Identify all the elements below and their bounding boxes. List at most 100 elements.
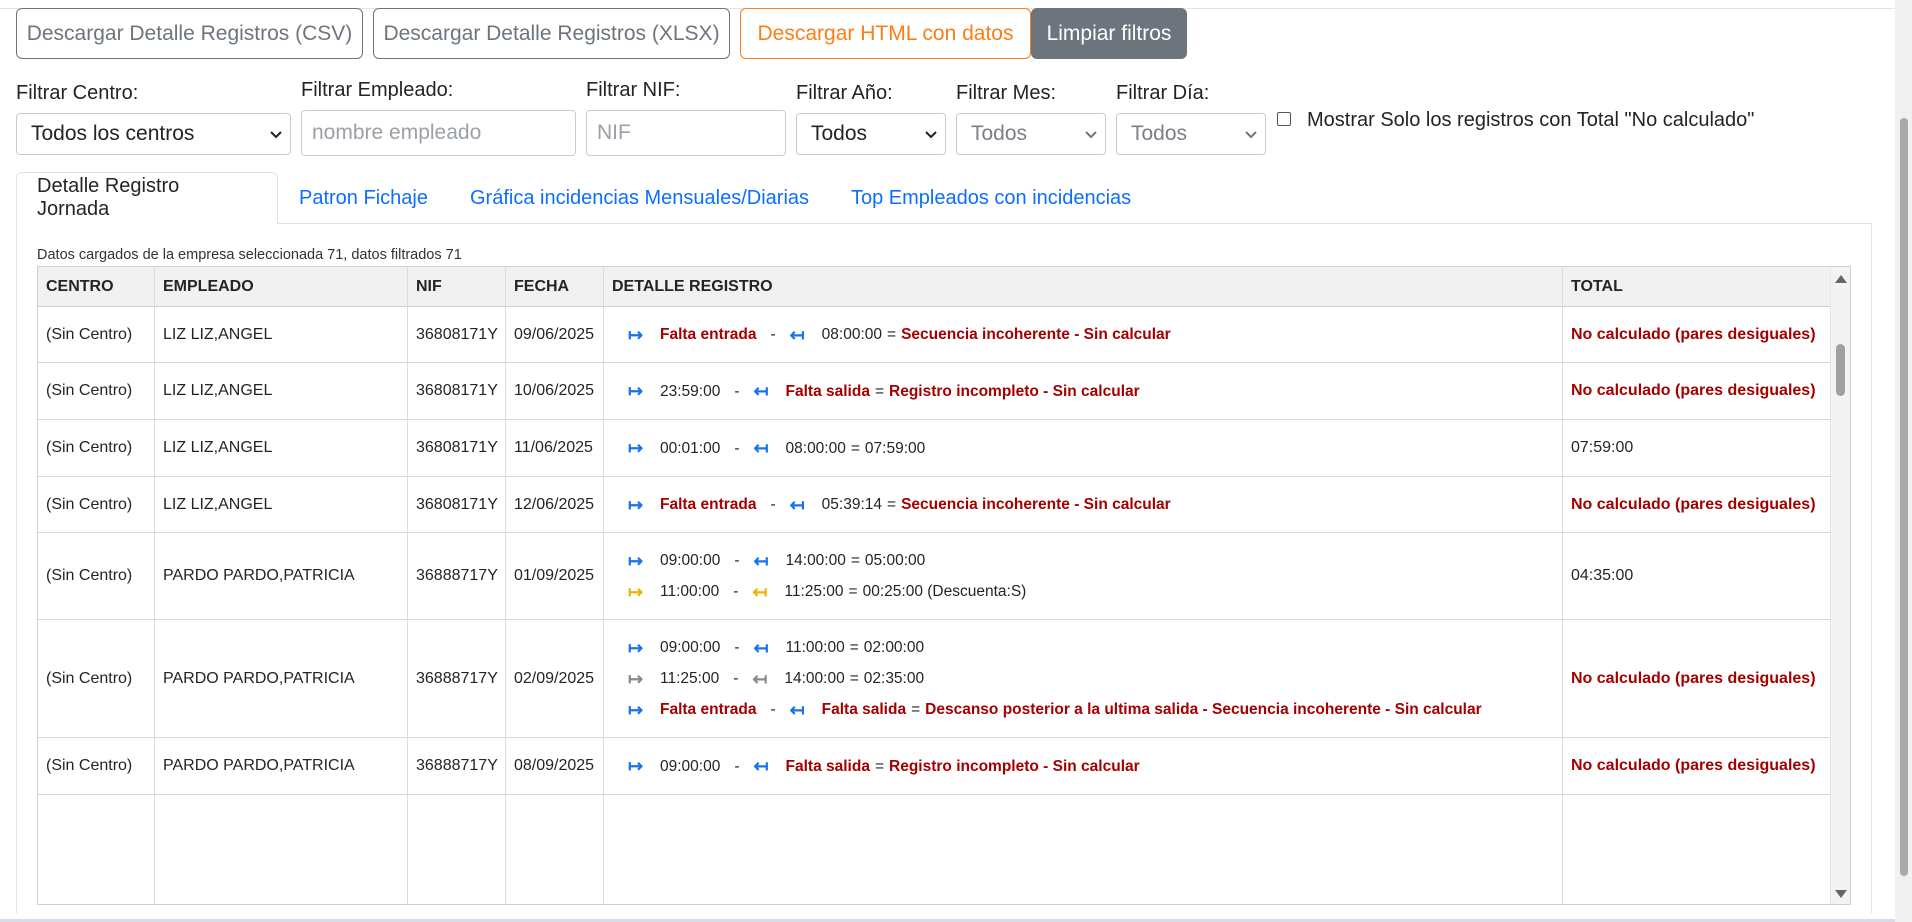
download-csv-button[interactable]: Descargar Detalle Registros (CSV) [16, 8, 363, 59]
equals-sign: = [849, 639, 859, 656]
table-row[interactable]: (Sin Centro) PARDO PARDO,PATRICIA 36888717… [38, 620, 1832, 738]
filter-nif-placeholder: NIF [597, 121, 631, 144]
entrada-arrow-icon: ↦ [628, 438, 644, 458]
filter-centro-select[interactable]: Todos los centros [16, 113, 291, 155]
entrada-value: 09:00:00 [660, 639, 721, 656]
separator-dash: - [770, 326, 776, 343]
column-header-detalle[interactable]: DETALLE REGISTRO [604, 267, 773, 307]
filter-nif-label: Filtrar NIF: [586, 79, 681, 101]
filter-anio-label: Filtrar Año: [796, 82, 893, 104]
cell-fecha: 11/06/2025 [514, 439, 593, 456]
detalle-line: ↦ 09:00:00- ↤ Falta salida = Registro incompl… [598, 756, 1140, 778]
salida-value: 14:00:00 [784, 670, 845, 687]
column-header-total[interactable]: TOTAL [1563, 267, 1623, 307]
table-scrollbar-thumb[interactable] [1836, 344, 1845, 396]
entrada-value: Falta entrada [660, 326, 757, 343]
table-scrollbar[interactable] [1830, 267, 1850, 904]
table-row[interactable]: (Sin Centro) LIZ LIZ,ANGEL 36808171Y 10/06/… [38, 363, 1832, 420]
column-header-centro[interactable]: CENTRO [38, 267, 114, 307]
cell-nif: 36808171Y [416, 325, 498, 343]
filter-dia-value: Todos [1131, 122, 1188, 145]
detalle-line: ↦ Falta entrada - ↤ 08:00:00 = Secuencia incoh… [598, 324, 1171, 346]
solo-no-calculado-checkbox[interactable] [1277, 112, 1291, 126]
scroll-down-arrow-icon[interactable] [1835, 890, 1847, 898]
table-row[interactable]: (Sin Centro) LIZ LIZ,ANGEL 36808171Y 11/06/… [38, 420, 1832, 477]
entrada-arrow-icon: ↦ [628, 381, 644, 401]
column-header-nif[interactable]: NIF [408, 267, 442, 307]
cell-fecha: 01/09/2025 [514, 567, 595, 584]
cell-nif: 36808171Y [416, 439, 498, 456]
tab-top-empleados[interactable]: Top Empleados con incidencias [851, 172, 1131, 224]
entrada-value: Falta entrada [660, 496, 757, 513]
cell-total: No calculado (pares desiguales) [1571, 669, 1816, 687]
detalle-result: Registro incompleto - Sin calcular [889, 757, 1140, 775]
cell-total: 07:59:00 [1571, 439, 1634, 456]
filter-anio-select[interactable]: Todos [796, 113, 946, 155]
entrada-arrow-icon: ↦ [628, 494, 644, 515]
detalle-result: Secuencia incoherente - Sin calcular [901, 496, 1171, 513]
tab-patron-fichaje[interactable]: Patron Fichaje [299, 172, 428, 224]
entrada-arrow-icon: ↦ [628, 756, 644, 776]
download-html-button[interactable]: Descargar HTML con datos [740, 8, 1031, 59]
entrada-arrow-icon: ↦ [628, 668, 644, 689]
table-row[interactable]: (Sin Centro) PARDO PARDO,PATRICIA 36888717… [38, 533, 1832, 620]
cell-centro: (Sin Centro) [46, 669, 133, 687]
detalle-result: 00:25:00 (Descuenta:S) [862, 583, 1027, 600]
tab-detalle-registro-jornada[interactable]: Detalle Registro Jornada [16, 172, 278, 224]
salida-arrow-icon: ↤ [753, 550, 769, 571]
separator-dash: - [734, 757, 740, 775]
clear-filters-button[interactable]: Limpiar filtros [1031, 8, 1187, 59]
detalle-line: ↦ 09:00:00- ↤ 14:00:00 = 05:00:00 [598, 550, 925, 572]
cell-nif: 36808171Y [416, 382, 498, 399]
tab-grafica-incidencias[interactable]: Gráfica incidencias Mensuales/Diarias [470, 172, 809, 224]
detalle-line: ↦ 00:01:00- ↤ 08:00:00 = 07:59:00 [598, 438, 925, 460]
filter-nif-input[interactable]: NIF [586, 110, 786, 156]
cell-fecha: 12/06/2025 [514, 495, 595, 513]
cell-nif: 36808171Y [416, 495, 498, 513]
filter-empleado-input[interactable]: nombre empleado [301, 110, 576, 156]
salida-arrow-icon: ↤ [752, 668, 768, 689]
salida-value: 11:00:00 [785, 639, 845, 656]
cell-centro: (Sin Centro) [46, 495, 133, 513]
records-table-body: CENTRO EMPLEADO NIF FECHA DETALLE REGIST… [38, 267, 1832, 904]
entrada-value: 11:00:00 [660, 583, 720, 600]
cell-fecha: 10/06/2025 [514, 382, 595, 399]
detalle-line: ↦ 09:00:00- ↤ 11:00:00 = 02:00:00 [598, 637, 924, 659]
entrada-arrow-icon: ↦ [628, 699, 644, 720]
cell-empleado: LIZ LIZ,ANGEL [163, 382, 273, 399]
table-row[interactable]: (Sin Centro) LIZ LIZ,ANGEL 36808171Y 09/06/… [38, 307, 1832, 363]
cell-total: No calculado (pares desiguales) [1571, 382, 1816, 399]
detalle-result: 05:00:00 [864, 552, 926, 569]
download-xlsx-button[interactable]: Descargar Detalle Registros (XLSX) [373, 8, 730, 59]
salida-value: 08:00:00 [785, 439, 846, 457]
detalle-result: 02:00:00 [863, 639, 925, 656]
entrada-arrow-icon: ↦ [628, 324, 644, 345]
salida-arrow-icon: ↤ [789, 494, 805, 515]
detalle-result: 02:35:00 [863, 670, 925, 687]
filter-mes-select[interactable]: Todos [956, 113, 1106, 155]
equals-sign: = [874, 757, 885, 775]
table-row[interactable]: (Sin Centro) PARDO PARDO,PATRICIA 36888717… [38, 738, 1832, 795]
detalle-result: Secuencia incoherente - Sin calcular [901, 326, 1171, 343]
salida-value: Falta salida [821, 701, 907, 718]
cell-total: No calculado (pares desiguales) [1571, 757, 1816, 774]
chevron-down-icon [270, 131, 282, 139]
cell-empleado: LIZ LIZ,ANGEL [163, 325, 273, 343]
column-header-fecha[interactable]: FECHA [506, 267, 569, 307]
cell-empleado: LIZ LIZ,ANGEL [163, 439, 273, 456]
entrada-value: 00:01:00 [660, 439, 721, 457]
scroll-up-arrow-icon[interactable] [1835, 275, 1847, 283]
cell-nif: 36888717Y [416, 669, 498, 687]
column-header-empleado[interactable]: EMPLEADO [155, 267, 254, 307]
filter-dia-select[interactable]: Todos [1116, 113, 1266, 155]
cell-fecha: 08/09/2025 [514, 757, 595, 774]
cell-empleado: PARDO PARDO,PATRICIA [163, 567, 355, 584]
cell-nif: 36888717Y [416, 757, 498, 774]
salida-arrow-icon: ↤ [753, 381, 769, 401]
entrada-arrow-icon: ↦ [628, 550, 644, 571]
page-scrollbar-thumb[interactable] [1900, 118, 1908, 876]
solo-no-calculado-label[interactable]: Mostrar Solo los registros con Total "No… [1307, 109, 1754, 132]
table-row[interactable]: (Sin Centro) LIZ LIZ,ANGEL 36808171Y 12/06/… [38, 477, 1832, 533]
page-scrollbar[interactable] [1895, 0, 1912, 922]
separator-dash: - [734, 552, 740, 569]
